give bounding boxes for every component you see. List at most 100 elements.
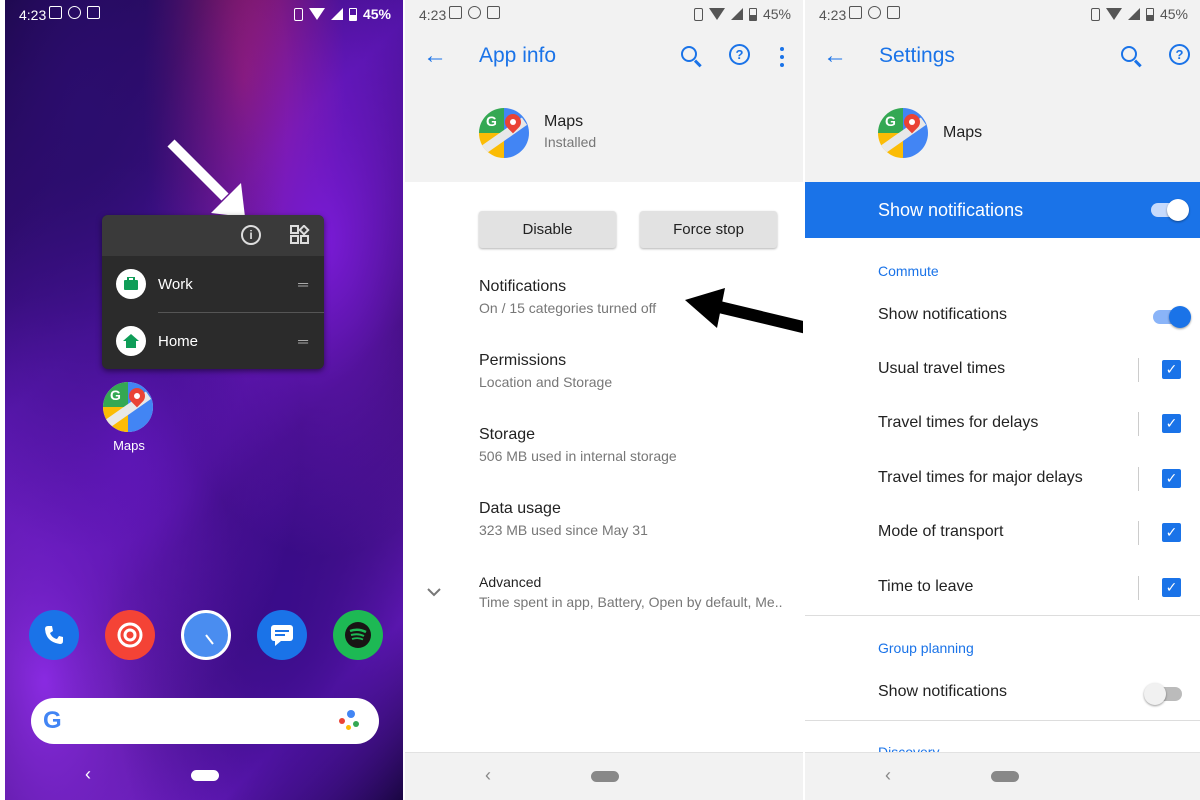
clock-icon[interactable] bbox=[181, 610, 231, 660]
maps-logo-icon: G bbox=[103, 382, 153, 432]
drag-handle-icon[interactable]: ═ bbox=[298, 333, 308, 349]
status-bar: 4:23 45% bbox=[405, 0, 803, 30]
app-info-panel: 4:23 45% ← App info ? G Maps Installed D… bbox=[405, 0, 803, 800]
item-title: Storage bbox=[479, 426, 536, 443]
row-label: Usual travel times bbox=[878, 360, 1006, 377]
master-toggle-label: Show notifications bbox=[878, 200, 1024, 220]
battery-percent: 45% bbox=[1159, 6, 1188, 22]
back-icon[interactable]: ‹ bbox=[885, 765, 891, 786]
shortcut-label: Work bbox=[158, 275, 193, 293]
row-label: Show notifications bbox=[878, 306, 1007, 323]
shortcut-work[interactable]: Work ═ bbox=[102, 256, 324, 312]
divider bbox=[1138, 467, 1139, 491]
search-icon[interactable] bbox=[681, 46, 697, 62]
spotify-icon[interactable] bbox=[333, 610, 383, 660]
battery-icon bbox=[1145, 7, 1154, 21]
item-title: Data usage bbox=[479, 500, 561, 517]
dock bbox=[27, 608, 387, 664]
item-title: Advanced bbox=[479, 574, 542, 590]
advanced-item[interactable]: Advanced Time spent in app, Battery, Ope… bbox=[479, 574, 783, 610]
item-subtitle: Time spent in app, Battery, Open by defa… bbox=[479, 594, 783, 610]
maps-logo-icon: G bbox=[479, 108, 529, 158]
divider bbox=[805, 720, 1200, 721]
widgets-icon[interactable] bbox=[290, 224, 310, 245]
briefcase-icon bbox=[116, 269, 146, 299]
commute-show-notifications-row[interactable]: Show notifications bbox=[805, 290, 1200, 344]
row-label: Travel times for major delays bbox=[878, 469, 1083, 486]
info-icon[interactable]: i bbox=[241, 225, 261, 245]
page-title: Settings bbox=[879, 44, 955, 67]
google-search-bar[interactable]: G bbox=[31, 698, 379, 744]
checkbox[interactable]: ✓ bbox=[1162, 578, 1181, 597]
annotation-arrow bbox=[167, 139, 245, 217]
back-arrow-icon[interactable]: ← bbox=[423, 42, 447, 70]
pocket-casts-icon[interactable] bbox=[105, 610, 155, 660]
travel-times-major-delays-row[interactable]: Travel times for major delays ✓ bbox=[805, 453, 1200, 507]
storage-item[interactable]: Storage 506 MB used in internal storage bbox=[479, 426, 677, 464]
home-pill[interactable] bbox=[191, 770, 219, 781]
battery-icon bbox=[748, 7, 757, 21]
more-options-icon[interactable] bbox=[780, 47, 784, 71]
master-notifications-row[interactable]: Show notifications bbox=[805, 182, 1200, 238]
divider bbox=[1138, 576, 1139, 600]
divider bbox=[1138, 521, 1139, 545]
vibrate-icon bbox=[693, 7, 703, 21]
status-bar: 4:23 45% bbox=[805, 0, 1200, 30]
travel-times-delays-row[interactable]: Travel times for delays ✓ bbox=[805, 398, 1200, 452]
row-label: Time to leave bbox=[878, 578, 974, 595]
nav-bar: ‹ bbox=[805, 752, 1200, 800]
mode-of-transport-row[interactable]: Mode of transport ✓ bbox=[805, 507, 1200, 561]
app-name: Maps bbox=[943, 124, 983, 141]
commute-notifications-toggle[interactable] bbox=[1153, 306, 1191, 328]
assistant-icon[interactable] bbox=[339, 710, 361, 732]
group-show-notifications-row[interactable]: Show notifications bbox=[805, 667, 1200, 721]
data-usage-item[interactable]: Data usage 323 MB used since May 31 bbox=[479, 500, 648, 538]
permissions-item[interactable]: Permissions Location and Storage bbox=[479, 352, 612, 390]
popup-header: i bbox=[102, 215, 324, 256]
maps-app-icon[interactable]: G Maps bbox=[103, 382, 155, 453]
drag-handle-icon[interactable]: ═ bbox=[298, 276, 308, 292]
notification-icons bbox=[49, 6, 100, 19]
back-icon[interactable]: ‹ bbox=[485, 765, 491, 786]
signal-icon bbox=[730, 8, 743, 20]
checkbox[interactable]: ✓ bbox=[1162, 414, 1181, 433]
home-pill[interactable] bbox=[591, 771, 619, 782]
master-notifications-toggle[interactable] bbox=[1151, 199, 1189, 221]
notifications-item[interactable]: Notifications On / 15 categories turned … bbox=[479, 278, 656, 316]
chevron-down-icon[interactable] bbox=[427, 584, 441, 602]
checkbox[interactable]: ✓ bbox=[1162, 469, 1181, 488]
phone-icon[interactable] bbox=[29, 610, 79, 660]
checkbox[interactable]: ✓ bbox=[1162, 360, 1181, 379]
group-notifications-toggle[interactable] bbox=[1144, 683, 1182, 705]
back-arrow-icon[interactable]: ← bbox=[823, 42, 847, 70]
home-icon bbox=[116, 326, 146, 356]
section-header-commute: Commute bbox=[878, 263, 939, 279]
item-subtitle: Location and Storage bbox=[479, 374, 613, 390]
shortcut-home[interactable]: Home ═ bbox=[102, 313, 324, 369]
status-time: 4:23 bbox=[419, 7, 447, 23]
google-g-icon: G bbox=[43, 707, 62, 734]
divider bbox=[1138, 412, 1139, 436]
help-icon[interactable]: ? bbox=[1169, 44, 1190, 65]
time-to-leave-row[interactable]: Time to leave ✓ bbox=[805, 562, 1200, 616]
battery-percent: 45% bbox=[362, 6, 391, 22]
app-bar: ← App info ? G Maps Installed bbox=[405, 30, 803, 182]
search-icon[interactable] bbox=[1121, 46, 1137, 62]
battery-percent: 45% bbox=[762, 6, 791, 22]
help-icon[interactable]: ? bbox=[729, 44, 750, 65]
home-pill[interactable] bbox=[991, 771, 1019, 782]
notification-icons bbox=[449, 6, 500, 19]
notification-icons bbox=[849, 6, 900, 19]
status-time: 4:23 bbox=[19, 7, 47, 23]
usual-travel-times-row[interactable]: Usual travel times ✓ bbox=[805, 344, 1200, 398]
row-label: Travel times for delays bbox=[878, 414, 1039, 431]
back-icon[interactable]: ‹ bbox=[85, 764, 91, 785]
messages-icon[interactable] bbox=[257, 610, 307, 660]
force-stop-button[interactable]: Force stop bbox=[640, 211, 777, 248]
disable-button[interactable]: Disable bbox=[479, 211, 616, 248]
app-shortcuts-popup: i Work ═ Home ═ bbox=[102, 215, 324, 369]
app-status: Installed bbox=[544, 134, 597, 150]
checkbox[interactable]: ✓ bbox=[1162, 523, 1181, 542]
row-label: Show notifications bbox=[878, 683, 1007, 700]
item-subtitle: 506 MB used in internal storage bbox=[479, 448, 677, 464]
